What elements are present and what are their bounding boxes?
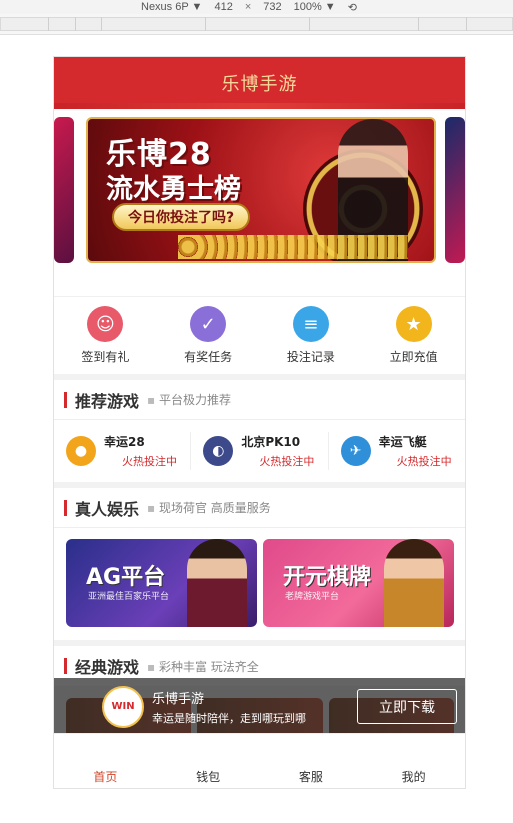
game-name: 北京PK10 [241,435,301,449]
section-accent-bar [64,658,67,674]
banner-prev-slide[interactable] [54,117,74,263]
quick-action-label: 有奖任务 [184,350,233,364]
tab-home[interactable]: 首页 [54,734,157,788]
game-name: 幸运28 [104,435,145,449]
app-title: 乐博手游 [221,74,298,95]
section-title: 经典游戏 [75,658,140,677]
section-accent-bar [64,391,67,408]
game-status: 火热投注中 [259,455,315,468]
quick-action-tasks[interactable]: ✓ 有奖任务 [163,306,253,365]
section-subtitle: 现场荷官 高质量服务 [147,499,271,516]
section-header: 真人娱乐 现场荷官 高质量服务 [54,488,465,528]
banner-next-slide[interactable] [445,117,465,263]
download-bar: WIN 乐博手游 幸运是随时陪伴，走到哪玩到哪 立即下载 [54,678,465,735]
live-card-tagline: 亚洲最佳百家乐平台 [88,592,170,602]
game-name: 幸运飞艇 [378,435,427,449]
section-accent-bar [64,499,67,516]
devtools-device-toolbar: Nexus 6P ▼ 412 × 732 100% ▼ ⟲ [0,0,513,14]
receipt-icon: ≡ [292,306,329,342]
tab-profile[interactable]: 我的 [362,734,465,788]
live-card-ag[interactable]: AG平台 亚洲最佳百家乐平台 [66,539,257,627]
lucky28-icon: ● [66,436,96,466]
dealer-image [187,539,247,627]
tab-service[interactable]: 客服 [260,734,363,788]
quick-action-recharge[interactable]: ★ 立即充值 [369,306,459,365]
quick-action-checkin[interactable]: ☺ 签到有礼 [60,306,150,365]
quick-action-label: 投注记录 [286,350,335,364]
download-subtitle: 幸运是随时陪伴，走到哪玩到哪 [152,711,306,725]
banner-slide[interactable]: 乐博28 流水勇士榜 今日你投注了吗? [86,117,436,263]
coins-image [178,235,408,259]
viewport-width[interactable]: 412 [214,1,232,13]
mobile-viewport: 乐博手游 乐博28 流水勇士榜 今日你投注了吗? ☺ 签到有礼 ✓ 有奖任务 ≡… [53,56,466,789]
times-sign: × [244,1,252,13]
clipboard-check-icon: ✓ [190,306,227,342]
download-title: 乐博手游 [152,691,205,707]
game-status: 火热投注中 [396,455,452,468]
banner-pill: 今日你投注了吗? [112,203,251,231]
zoom-select[interactable]: 100% ▼ [294,1,336,13]
live-card-kaiyuan[interactable]: 开元棋牌 老牌游戏平台 [263,539,454,627]
banner-subtitle: 流水勇士榜 [106,174,241,205]
game-lucky28[interactable]: ● 幸运28 火热投注中 [54,432,192,470]
download-button[interactable]: 立即下载 [357,689,457,724]
viewport-height[interactable]: 732 [263,1,281,13]
section-title: 推荐游戏 [75,391,140,411]
live-section: 真人娱乐 现场荷官 高质量服务 AG平台 亚洲最佳百家乐平台 开元棋牌 老牌游戏… [54,488,465,640]
live-card-title: 开元棋牌 [283,565,372,590]
recommended-games: ● 幸运28 火热投注中 ◐ 北京PK10 火热投注中 ✈ 幸运飞艇 火热投注中 [54,420,465,482]
tab-wallet[interactable]: 钱包 [157,734,260,788]
live-card-tagline: 老牌游戏平台 [285,592,340,602]
star-coin-icon: ★ [395,306,432,342]
quick-action-label: 立即充值 [389,350,438,364]
recommended-section: 推荐游戏 平台极力推荐 ● 幸运28 火热投注中 ◐ 北京PK10 火热投注中 … [54,380,465,482]
game-airship[interactable]: ✈ 幸运飞艇 火热投注中 [329,432,465,470]
section-subtitle: 平台极力推荐 [147,391,231,408]
game-status: 火热投注中 [122,455,177,468]
live-cards: AG平台 亚洲最佳百家乐平台 开元棋牌 老牌游戏平台 [54,528,465,640]
quick-action-bet-history[interactable]: ≡ 投注记录 [266,306,356,365]
live-card-title: AG平台 [86,565,166,590]
dealer-image [384,539,444,627]
pk10-icon: ◐ [203,436,234,466]
section-header: 推荐游戏 平台极力推荐 [54,380,465,420]
quick-action-label: 签到有礼 [81,350,130,364]
bottom-tab-bar: 首页 钱包 客服 我的 [54,733,465,788]
app-header: 乐博手游 [54,57,465,109]
device-select[interactable]: Nexus 6P ▼ [141,1,202,13]
section-title: 真人娱乐 [75,499,140,519]
smile-icon: ☺ [87,306,124,342]
quick-actions: ☺ 签到有礼 ✓ 有奖任务 ≡ 投注记录 ★ 立即充值 [54,296,465,374]
game-pk10[interactable]: ◐ 北京PK10 火热投注中 [191,432,329,470]
rotate-icon[interactable]: ⟲ [348,1,357,14]
airship-icon: ✈ [340,436,371,466]
media-query-ruler [0,14,513,35]
banner-carousel[interactable]: 乐博28 流水勇士榜 今日你投注了吗? [54,109,465,296]
section-subtitle: 彩种丰富 玩法齐全 [147,658,259,675]
app-logo: WIN [102,685,144,728]
